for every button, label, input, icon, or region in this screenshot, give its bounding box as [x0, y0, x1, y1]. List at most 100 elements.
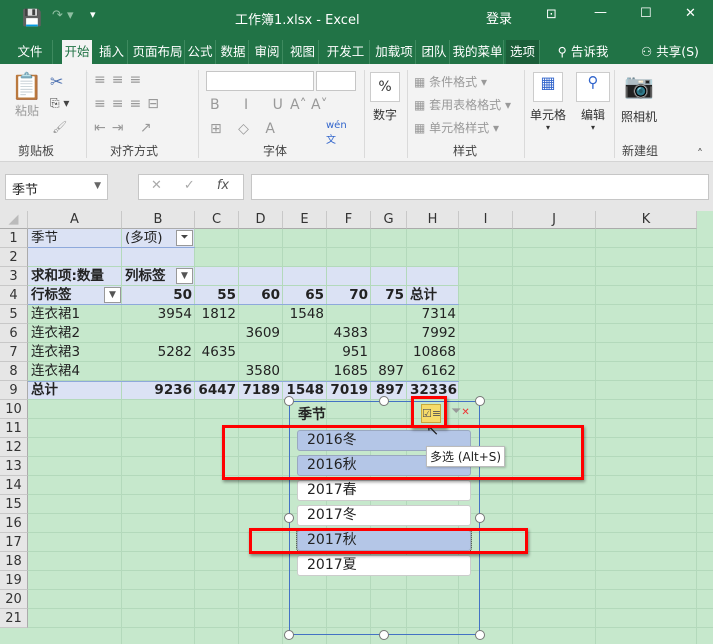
collapse-ribbon-icon[interactable]: ˄ — [697, 147, 703, 161]
pivot-value-cell[interactable] — [122, 324, 195, 343]
row-header-2[interactable]: 2 — [0, 248, 28, 267]
pivot-header-55[interactable]: 55 — [195, 286, 239, 305]
pivot-value-cell[interactable]: 7992 — [407, 324, 459, 343]
row-header-5[interactable]: 5 — [0, 305, 28, 324]
pivot-value-cell[interactable] — [283, 324, 327, 343]
resize-handle[interactable] — [284, 630, 294, 640]
pivot-value-cell[interactable]: 1812 — [195, 305, 239, 324]
tab-2[interactable]: 插入 — [96, 40, 128, 64]
enter-icon[interactable]: ✓ — [184, 178, 217, 193]
column-header-B[interactable]: B — [122, 211, 195, 229]
column-header-E[interactable]: E — [283, 211, 327, 229]
pivot-value-cell[interactable]: 4635 — [195, 343, 239, 362]
pivot-header-75[interactable]: 75 — [371, 286, 407, 305]
row-header-8[interactable]: 8 — [0, 362, 28, 381]
pivot-header-60[interactable]: 60 — [239, 286, 283, 305]
column-header-A[interactable]: A — [28, 211, 122, 229]
indent-icons[interactable]: ⇤⇥ ↗ — [94, 120, 158, 136]
name-box[interactable]: 季节 ▼ — [5, 174, 108, 200]
pivot-value-cell[interactable]: 10868 — [407, 343, 459, 362]
cut-icon[interactable]: ✂ — [50, 72, 63, 91]
row-header-19[interactable]: 19 — [0, 571, 28, 590]
row-label-dropdown-icon[interactable]: ▼ — [104, 287, 121, 303]
close-button[interactable]: ✕ — [685, 6, 696, 21]
pivot-header-65[interactable]: 65 — [283, 286, 327, 305]
insert-function-icon[interactable]: fx — [217, 178, 229, 193]
pivot-value-cell[interactable]: 897 — [371, 381, 407, 400]
pivot-value-cell[interactable] — [122, 362, 195, 381]
slicer-item[interactable]: 2017冬 — [297, 505, 471, 526]
pivot-value-cell[interactable] — [371, 305, 407, 324]
tab-5[interactable]: 数据 — [218, 40, 249, 64]
number-button[interactable]: % 数字 — [370, 72, 400, 123]
customize-toolbar-icon[interactable]: ▾ — [90, 8, 96, 21]
row-header-18[interactable]: 18 — [0, 552, 28, 571]
row-header-20[interactable]: 20 — [0, 590, 28, 609]
pivot-value-cell[interactable] — [283, 343, 327, 362]
column-header-G[interactable]: G — [371, 211, 407, 229]
select-all-corner[interactable]: ◢ — [0, 211, 28, 229]
pivot-row-label-cell[interactable]: 连衣裙1 — [28, 305, 122, 324]
pivot-value-cell[interactable] — [195, 324, 239, 343]
vertical-align-icons[interactable]: ≡≡≡ — [94, 72, 147, 88]
pivot-row-label-cell[interactable]: 连衣裙4 — [28, 362, 122, 381]
row-header-3[interactable]: 3 — [0, 267, 28, 286]
pivot-value-cell[interactable]: 1685 — [327, 362, 371, 381]
row-header-21[interactable]: 21 — [0, 609, 28, 628]
row-header-12[interactable]: 12 — [0, 438, 28, 457]
pivot-value-cell[interactable]: 5282 — [122, 343, 195, 362]
resize-handle[interactable] — [379, 396, 389, 406]
camera-button[interactable]: 📷 照相机 — [618, 72, 660, 125]
pivot-value-cell[interactable] — [371, 343, 407, 362]
filter-dropdown-icon[interactable]: ⏷ — [176, 230, 193, 246]
resize-handle[interactable] — [284, 513, 294, 523]
login-link[interactable]: 登录 — [486, 8, 512, 27]
row-header-13[interactable]: 13 — [0, 457, 28, 476]
column-header-I[interactable]: I — [459, 211, 513, 229]
column-header-F[interactable]: F — [327, 211, 371, 229]
font-size-select[interactable] — [316, 71, 356, 91]
conditional-format-button[interactable]: ▦ 条件格式 ▾ — [414, 73, 487, 90]
cancel-icon[interactable]: ✕ — [151, 178, 184, 193]
font-name-select[interactable] — [206, 71, 314, 91]
resize-handle[interactable] — [284, 396, 294, 406]
pivot-value-cell[interactable]: 4383 — [327, 324, 371, 343]
clear-filter-icon[interactable]: ⏷✕ — [451, 404, 470, 419]
pivot-value-cell[interactable] — [239, 305, 283, 324]
font-size-change-icons[interactable]: A˄ A˅ — [290, 97, 328, 113]
row-header-4[interactable]: 4 — [0, 286, 28, 305]
column-header-C[interactable]: C — [195, 211, 239, 229]
row-header-17[interactable]: 17 — [0, 533, 28, 552]
column-header-D[interactable]: D — [239, 211, 283, 229]
resize-handle[interactable] — [475, 630, 485, 640]
slicer-item[interactable]: 2017春 — [297, 480, 471, 501]
column-label-dropdown-icon[interactable]: ▼ — [176, 268, 193, 284]
pivot-row-label-cell[interactable]: 总计 — [28, 381, 122, 400]
row-header-11[interactable]: 11 — [0, 419, 28, 438]
tab-12[interactable]: 选项 — [506, 40, 540, 64]
row-header-10[interactable]: 10 — [0, 400, 28, 419]
pivot-value-cell[interactable]: 7314 — [407, 305, 459, 324]
formula-buttons[interactable]: ✕✓fx — [138, 174, 244, 200]
tab-3[interactable]: 页面布局 — [131, 40, 185, 64]
editing-button[interactable]: ⚲ 编辑 ▾ — [576, 72, 610, 132]
table-format-button[interactable]: ▦ 套用表格格式 ▾ — [414, 96, 511, 113]
redo-icon[interactable]: ↷ ▾ — [52, 8, 74, 23]
column-header-J[interactable]: J — [513, 211, 596, 229]
tab-6[interactable]: 审阅 — [252, 40, 283, 64]
row-header-9[interactable]: 9 — [0, 381, 28, 400]
row-header-6[interactable]: 6 — [0, 324, 28, 343]
pivot-value-cell[interactable] — [371, 324, 407, 343]
paste-button[interactable]: 📋 粘贴 — [10, 72, 44, 119]
pivot-value-cell[interactable]: 897 — [371, 362, 407, 381]
row-header-15[interactable]: 15 — [0, 495, 28, 514]
pivot-value-cell[interactable] — [283, 362, 327, 381]
tab-0[interactable]: 文件 — [8, 40, 53, 64]
row-header-14[interactable]: 14 — [0, 476, 28, 495]
tab-9[interactable]: 加载项 — [373, 40, 416, 64]
pivot-value-cell[interactable]: 7019 — [327, 381, 371, 400]
pivot-header-70[interactable]: 70 — [327, 286, 371, 305]
resize-handle[interactable] — [379, 630, 389, 640]
slicer-item[interactable]: 2017夏 — [297, 555, 471, 576]
maximize-button[interactable]: ☐ — [640, 6, 652, 21]
